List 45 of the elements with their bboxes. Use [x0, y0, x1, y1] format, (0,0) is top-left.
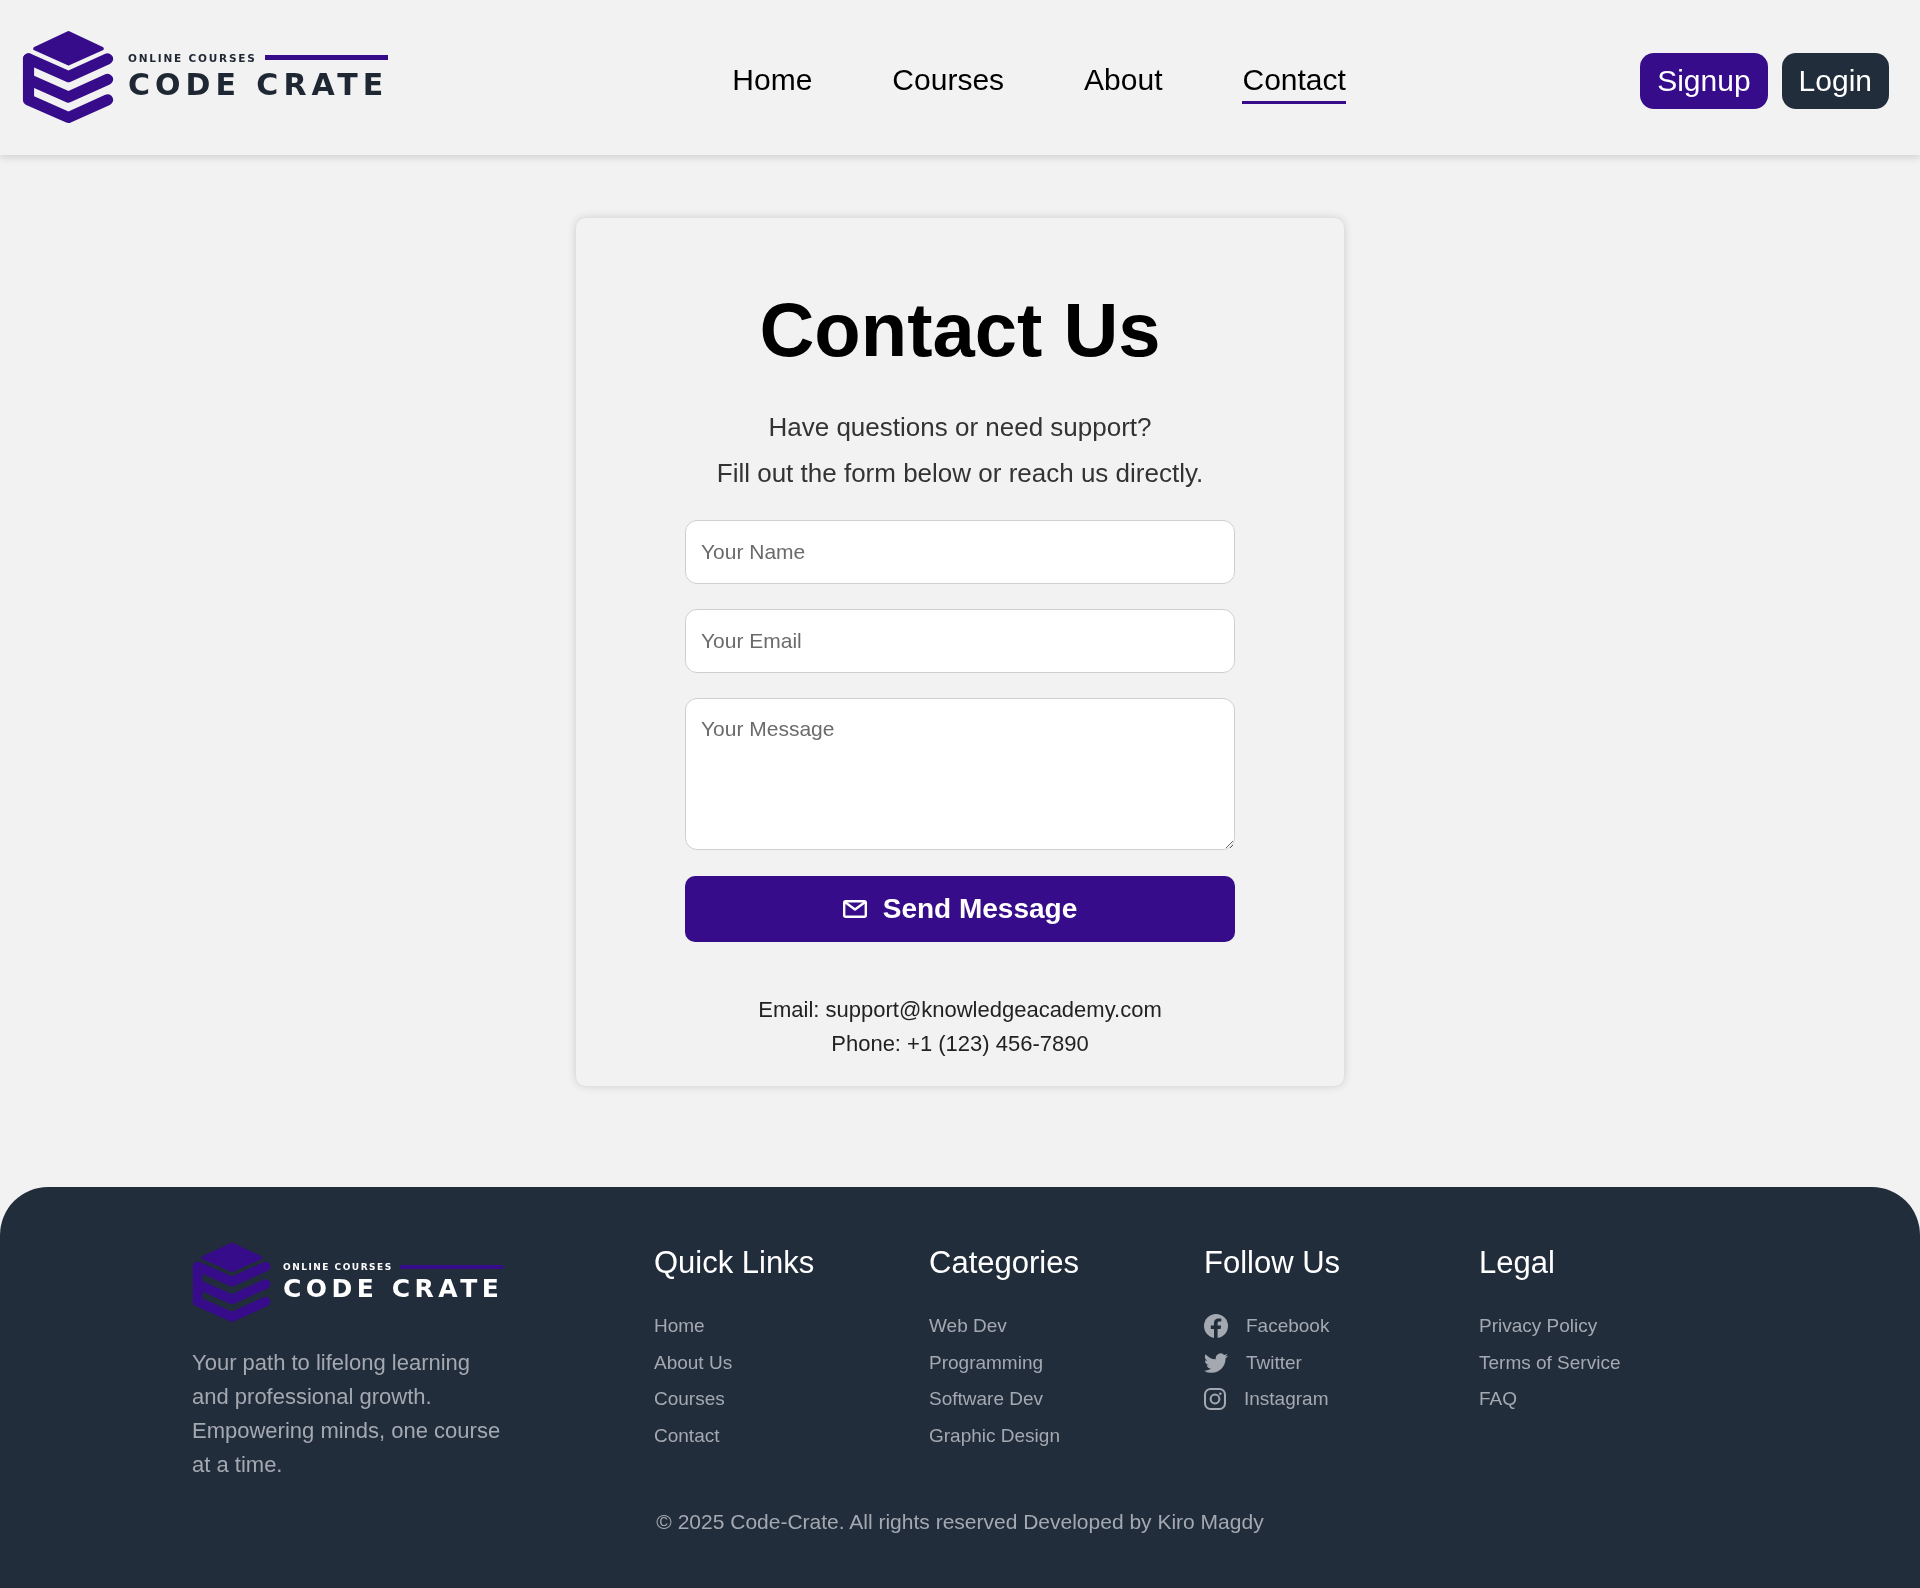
footer-link[interactable]: Terms of Service: [1479, 1344, 1621, 1381]
envelope-icon: [842, 900, 867, 918]
footer-link[interactable]: Graphic Design: [929, 1417, 1060, 1454]
footer-link[interactable]: Web Dev: [929, 1308, 1007, 1345]
instagram-icon: [1204, 1388, 1226, 1411]
social-link[interactable]: Instagram: [1204, 1381, 1329, 1418]
footer-description: Your path to lifelong learning and professional growth. Empowering minds, one course at a time.: [192, 1349, 502, 1479]
message-field[interactable]: Your Message: [685, 698, 1235, 850]
footer-heading: Categories: [929, 1244, 1080, 1281]
nav-link[interactable]: Contact: [1242, 61, 1346, 104]
submit-button[interactable]: Send Message: [685, 876, 1235, 942]
header-button[interactable]: Signup: [1640, 52, 1768, 109]
logo-wordmark: CODE CRATE: [283, 1272, 504, 1305]
footer-heading: Legal: [1479, 1244, 1556, 1281]
social-link[interactable]: Twitter: [1204, 1344, 1302, 1381]
nav-link[interactable]: Home: [732, 61, 813, 104]
social-link[interactable]: Facebook: [1204, 1308, 1330, 1345]
copyright-text: © 2025 Code-Crate. All rights reserved Developed by Kiro Magdy: [655, 1509, 1265, 1535]
logo-icon: [192, 1242, 272, 1323]
intro-text: Have questions or need support?: [767, 411, 1153, 444]
logo-tagline: ONLINE COURSES: [128, 50, 257, 65]
footer-link[interactable]: Courses: [654, 1381, 725, 1418]
footer-heading: Quick Links: [654, 1244, 816, 1281]
contact-info-text: Phone: +1 (123) 456-7890: [830, 1030, 1090, 1058]
facebook-icon: [1204, 1314, 1228, 1339]
footer-link[interactable]: FAQ: [1479, 1381, 1517, 1418]
header-button[interactable]: Login: [1781, 52, 1889, 109]
footer-link[interactable]: Home: [654, 1308, 705, 1345]
footer-heading: Follow Us: [1204, 1244, 1342, 1281]
footer-link[interactable]: Contact: [654, 1417, 720, 1454]
twitter-icon: [1204, 1352, 1228, 1373]
nav-link[interactable]: Courses: [892, 61, 1005, 104]
footer-link[interactable]: Software Dev: [929, 1381, 1044, 1418]
text-field[interactable]: Your Name: [685, 520, 1235, 584]
contact-info-text: Email: support@knowledgeacademy.com: [757, 996, 1163, 1024]
footer-link[interactable]: About Us: [654, 1344, 733, 1381]
logo-wordmark: CODE CRATE: [128, 65, 389, 104]
footer-link[interactable]: Programming: [929, 1344, 1044, 1381]
page-title: Contact Us: [758, 286, 1162, 374]
text-field[interactable]: Your Email: [685, 609, 1235, 673]
logo-tagline: ONLINE COURSES: [283, 1260, 393, 1273]
logo-icon: [22, 30, 115, 125]
intro-text: Fill out the form below or reach us directly.: [715, 457, 1205, 490]
footer-link[interactable]: Privacy Policy: [1479, 1308, 1598, 1345]
nav-link[interactable]: About: [1084, 61, 1163, 104]
